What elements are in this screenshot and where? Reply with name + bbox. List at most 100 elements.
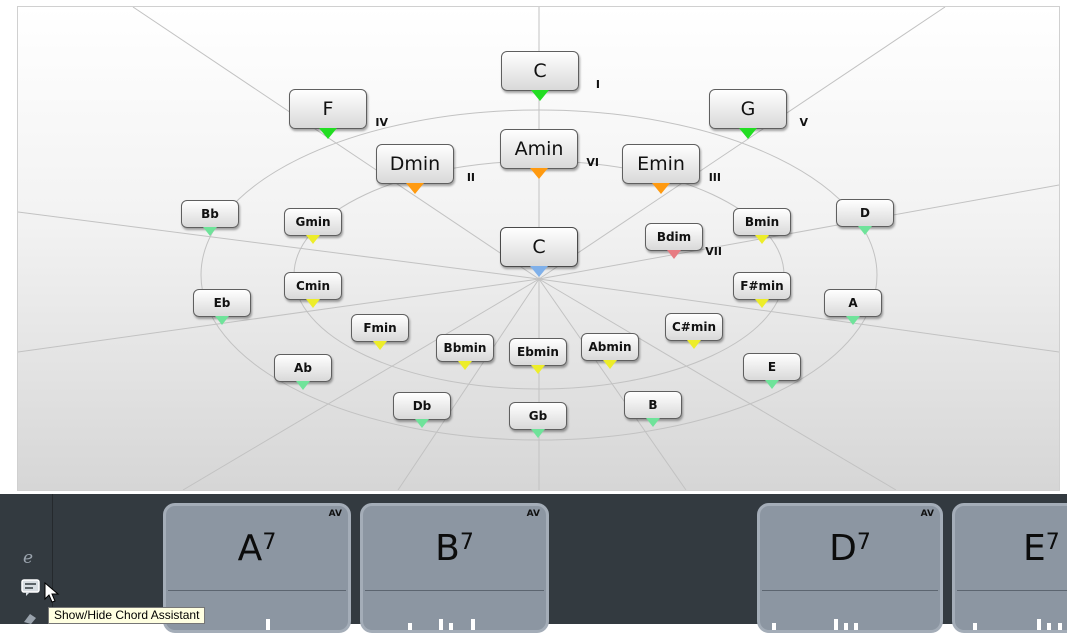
chord-button-Emin[interactable]: Emin III <box>622 144 721 194</box>
voicing-key <box>772 623 776 630</box>
pad-chord-root: D <box>829 528 857 569</box>
green-marker-icon <box>858 226 872 235</box>
voicing-key <box>449 623 453 630</box>
degree-label: I <box>595 78 600 91</box>
green-marker-icon <box>531 90 549 101</box>
chord-label: Abmin <box>588 340 632 354</box>
chord-button-Csharpmin[interactable]: C#min <box>665 313 723 349</box>
voicing-key <box>854 623 858 630</box>
chord-button-Db[interactable]: Db <box>393 392 451 428</box>
chord-label: B <box>648 398 658 412</box>
chord-label: C#min <box>671 320 717 334</box>
chord-label: Gb <box>528 409 548 423</box>
chord-button-Bdim[interactable]: Bdim VII <box>645 223 722 259</box>
chord-button-Ab[interactable]: Ab <box>274 354 332 390</box>
chord-label: Bb <box>201 207 219 221</box>
tooltip: Show/Hide Chord Assistant <box>48 607 206 624</box>
degree-label: IV <box>375 116 388 129</box>
chord-button-Ebmin[interactable]: Ebmin <box>509 338 567 374</box>
voicing-key <box>1047 623 1051 630</box>
blue-marker-icon <box>530 266 548 277</box>
chord-label: C <box>533 60 547 82</box>
chord-label: Db <box>412 399 432 413</box>
chord-label: Ebmin <box>517 345 559 359</box>
side-toolbar: e <box>0 494 53 624</box>
pad-voicing-keys <box>957 590 1067 630</box>
chord-label: Cmin <box>296 279 330 293</box>
voicing-key <box>408 623 412 630</box>
green-marker-icon <box>646 418 660 427</box>
chord-pads-bar: e AV A7 AV B7 AV D7 E7 <box>0 494 1067 633</box>
pad-chord-name: B7 <box>363 528 546 569</box>
chord-label: C <box>532 236 546 258</box>
voicing-key <box>844 623 848 630</box>
chord-label: Emin <box>637 153 685 175</box>
voicing-key <box>973 623 977 630</box>
e-letter-icon[interactable]: e <box>22 548 38 566</box>
speech-bubble-icon[interactable] <box>21 579 41 597</box>
chord-button-Cmin[interactable]: Cmin <box>284 272 342 308</box>
chord-button-C[interactable]: C I <box>501 51 600 101</box>
green-marker-icon <box>531 429 545 438</box>
chord-circle-panel: C I F IV G V Bb D Eb A Ab E Db B Gb Amin… <box>17 6 1060 491</box>
yellow-marker-icon <box>755 299 769 308</box>
chord-button-Amin[interactable]: Amin VI <box>500 129 599 179</box>
chord-label: Gmin <box>295 215 331 229</box>
chord-button-Eb[interactable]: Eb <box>193 289 251 325</box>
voicing-key <box>1058 623 1062 630</box>
chord-label: G <box>740 98 756 120</box>
voicing-key <box>1037 619 1041 630</box>
green-marker-icon <box>319 128 337 139</box>
chord-button-Bb[interactable]: Bb <box>181 200 239 236</box>
eraser-icon[interactable] <box>22 612 38 624</box>
pad-chord-root: E <box>1023 528 1046 569</box>
chord-button-Dmin[interactable]: Dmin II <box>376 144 475 194</box>
yellow-marker-icon <box>755 235 769 244</box>
orange-marker-icon <box>652 183 670 194</box>
degree-label: II <box>466 171 475 184</box>
chord-label: Ab <box>294 361 312 375</box>
green-marker-icon <box>415 419 429 428</box>
chord-button-Bbmin[interactable]: Bbmin <box>436 334 494 370</box>
yellow-marker-icon <box>373 341 387 350</box>
voicing-key <box>439 619 443 630</box>
pad-badge: AV <box>526 509 540 519</box>
green-marker-icon <box>296 381 310 390</box>
pad-badge: AV <box>328 509 342 519</box>
chord-label: Fmin <box>363 321 397 335</box>
chord-button-G[interactable]: G V <box>709 89 808 139</box>
chord-button-F[interactable]: F IV <box>289 89 388 139</box>
yellow-marker-icon <box>458 361 472 370</box>
pad-chord-extension: 7 <box>459 530 474 555</box>
chord-button-D[interactable]: D <box>836 199 894 235</box>
chord-label: Bdim <box>656 230 692 244</box>
chord-label: F <box>322 98 334 120</box>
chord-button-B[interactable]: B <box>624 391 682 427</box>
chord-pad-B7[interactable]: AV B7 <box>360 503 549 633</box>
chord-button-Abmin[interactable]: Abmin <box>581 333 639 369</box>
green-marker-icon <box>203 227 217 236</box>
chord-button-Fmin[interactable]: Fmin <box>351 314 409 350</box>
yellow-marker-icon <box>306 235 320 244</box>
pad-chord-name: A7 <box>166 528 348 569</box>
chord-button-Gmin[interactable]: Gmin <box>284 208 342 244</box>
green-marker-icon <box>215 316 229 325</box>
pad-chord-name: D7 <box>760 528 940 569</box>
yellow-marker-icon <box>687 340 701 349</box>
chord-pad-E7[interactable]: E7 <box>952 503 1067 633</box>
chord-button-Bmin[interactable]: Bmin <box>733 208 791 244</box>
chord-pad-D7[interactable]: AV D7 <box>757 503 943 633</box>
chord-button-Fsharpmin[interactable]: F#min <box>733 272 791 308</box>
orange-marker-icon <box>530 168 548 179</box>
yellow-marker-icon <box>306 299 320 308</box>
pad-chord-extension: 7 <box>1045 530 1060 555</box>
chord-button-A[interactable]: A <box>824 289 882 325</box>
pad-chord-root: A <box>237 528 263 569</box>
degree-label: VI <box>586 156 599 169</box>
chord-button-Gb[interactable]: Gb <box>509 402 567 438</box>
current-chord-button-C[interactable]: C <box>500 227 578 277</box>
chord-label: D <box>860 206 870 220</box>
orange-marker-icon <box>406 183 424 194</box>
chord-button-E[interactable]: E <box>743 353 801 389</box>
chord-label: E <box>767 360 777 374</box>
